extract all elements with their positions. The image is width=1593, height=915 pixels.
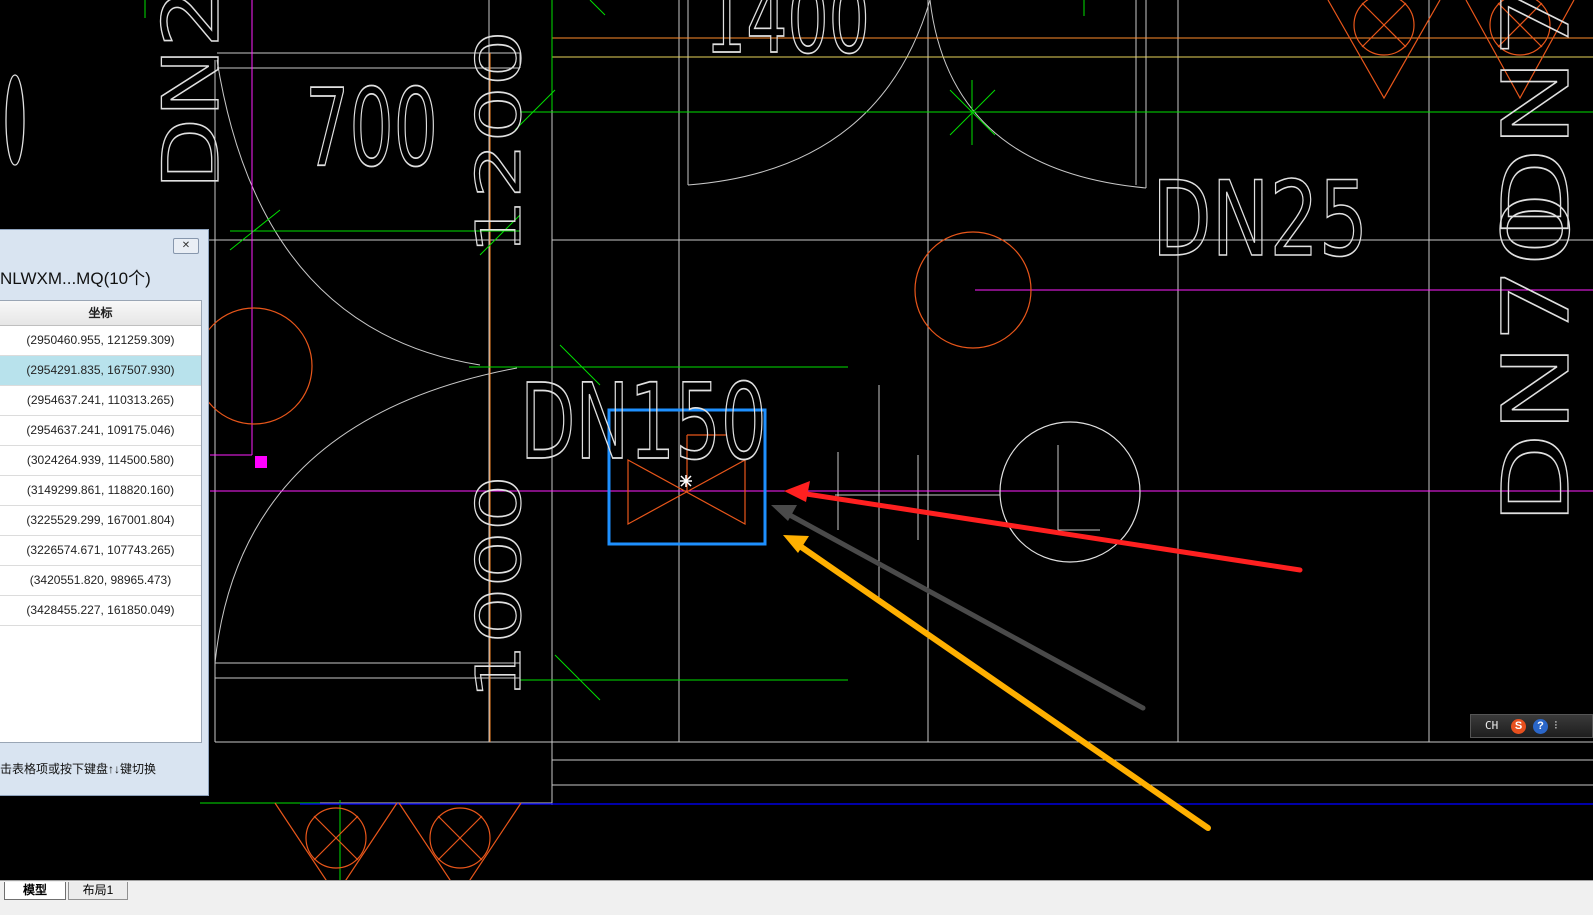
dim-label-700: 700 [305, 67, 438, 191]
table-row[interactable]: (3428455.227, 161850.049) [0, 596, 201, 626]
dim-label-1200: 1200 [463, 30, 535, 255]
table-row[interactable]: (2954637.241, 110313.265) [0, 386, 201, 416]
table-row[interactable]: (3226574.671, 107743.265) [0, 536, 201, 566]
panel-title: NLWXM...MQ(10个) [0, 269, 151, 288]
table-row-selected[interactable]: (2954291.835, 167507.930) [0, 356, 201, 386]
sogou-icon[interactable]: S [1511, 719, 1526, 734]
help-icon[interactable]: ? [1533, 719, 1548, 734]
dim-label-dn70-mid: DN70 [1483, 191, 1590, 525]
table-row[interactable]: (3024264.939, 114500.580) [0, 446, 201, 476]
panel-hint: 击表格项或按下键盘↑↓键切换 [0, 762, 157, 776]
ime-menu-icon[interactable]: ⁝ [1554, 718, 1558, 732]
tab-model[interactable]: 模型 [4, 882, 66, 900]
table-row[interactable]: (3149299.861, 118820.160) [0, 476, 201, 506]
grip-point[interactable] [255, 456, 267, 468]
tab-layout1[interactable]: 布局1 [68, 882, 128, 900]
table-row[interactable]: (3420551.820, 98965.473) [0, 566, 201, 596]
drawing-svg[interactable]: 1400 700 1200 DN25 DN25 DN150 DN70 DN70 … [0, 0, 1593, 895]
layout-tab-bar: 模型 布局1 [0, 880, 1593, 915]
selection-results-panel[interactable]: ✕ NLWXM...MQ(10个) 坐标 (2950460.955, 12125… [0, 229, 209, 796]
dim-label-1400: 1400 [705, 0, 870, 74]
close-icon[interactable]: ✕ [173, 238, 199, 254]
dim-label-dn25-vertical: DN25 [146, 0, 237, 190]
dim-label-dn25: DN25 [1152, 159, 1368, 280]
panel-titlebar[interactable]: ✕ [0, 230, 208, 254]
table-row[interactable]: (3225529.299, 167001.804) [0, 506, 201, 536]
table-row[interactable]: (2954637.241, 109175.046) [0, 416, 201, 446]
coordinates-table[interactable]: 坐标 (2950460.955, 121259.309) (2954291.83… [0, 300, 202, 743]
table-row[interactable]: (2950460.955, 121259.309) [0, 326, 201, 356]
dim-label-dn150: DN150 [520, 363, 767, 484]
ime-language[interactable]: CH [1485, 719, 1498, 732]
column-header-coordinates: 坐标 [0, 301, 201, 326]
cad-drawing-canvas[interactable]: 1400 700 1200 DN25 DN25 DN150 DN70 DN70 … [0, 0, 1593, 895]
ime-toolbar[interactable]: CH S ? ⁝ [1470, 714, 1593, 738]
dim-label-1000: 1000 [463, 475, 535, 700]
